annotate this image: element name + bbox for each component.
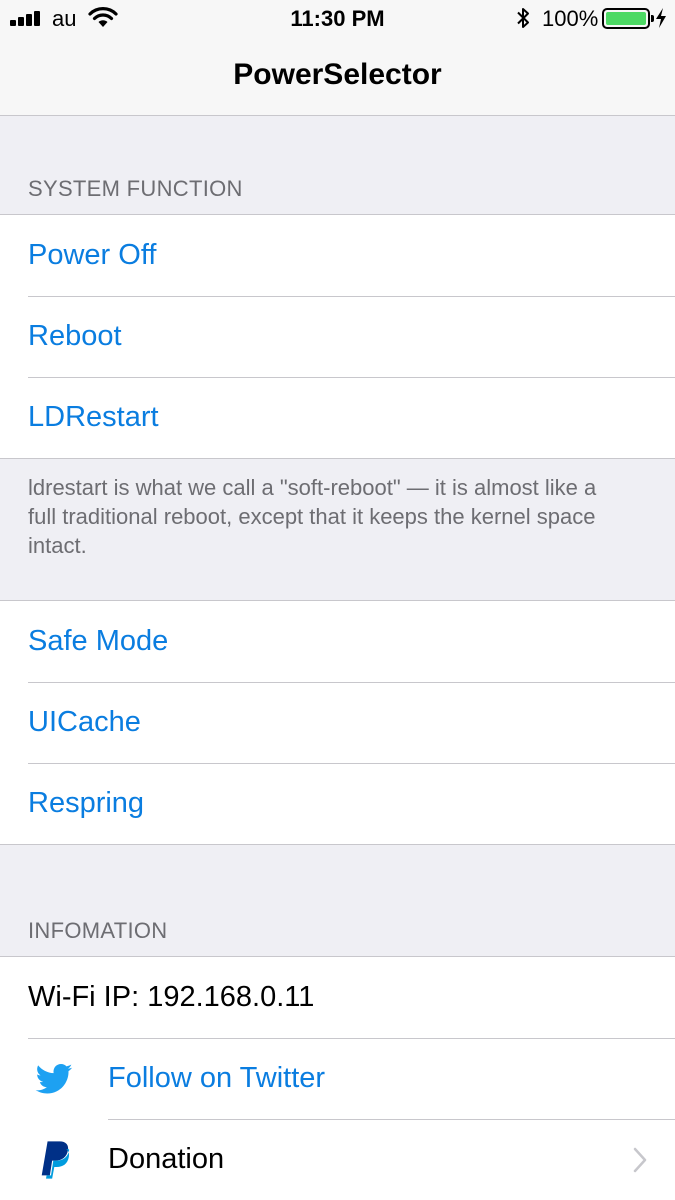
power-off-label: Power Off — [28, 239, 157, 271]
chevron-right-icon — [633, 1147, 647, 1172]
battery-percent: 100% — [542, 6, 599, 31]
twitter-icon — [35, 1063, 73, 1093]
safe-mode-label: Safe Mode — [28, 625, 169, 657]
follow-twitter-button[interactable]: Follow on Twitter — [0, 1038, 675, 1119]
respring-button[interactable]: Respring — [0, 763, 675, 844]
uicache-label: UICache — [28, 706, 141, 738]
information-group: Wi-Fi IP: 192.168.0.11 Follow on Twitter… — [0, 956, 675, 1200]
donation-button[interactable]: Donation — [0, 1119, 675, 1200]
charging-icon — [656, 8, 666, 28]
reboot-label: Reboot — [28, 320, 122, 352]
section-header-info: INFOMATION — [28, 918, 168, 943]
follow-twitter-label: Follow on Twitter — [108, 1062, 326, 1094]
power-off-button[interactable]: Power Off — [0, 215, 675, 296]
system-function-group: Power Off Reboot LDRestart — [0, 214, 675, 459]
uicache-button[interactable]: UICache — [0, 682, 675, 763]
battery-icon — [602, 8, 654, 29]
ldrestart-label: LDRestart — [28, 401, 159, 433]
ldrestart-button[interactable]: LDRestart — [0, 377, 675, 458]
wifi-ip-label: Wi-Fi IP: 192.168.0.11 — [28, 981, 315, 1013]
top-bar: au 11:30 PM 100% PowerSelector — [0, 0, 675, 116]
status-bar: au 11:30 PM 100% — [0, 0, 675, 38]
safe-mode-button[interactable]: Safe Mode — [0, 601, 675, 682]
donation-label: Donation — [108, 1143, 225, 1175]
section-header-system: SYSTEM FUNCTION — [28, 176, 243, 201]
reboot-button[interactable]: Reboot — [0, 296, 675, 377]
ldrestart-description: ldrestart is what we call a "soft-reboot… — [28, 475, 597, 558]
paypal-icon — [41, 1140, 70, 1179]
bluetooth-icon — [517, 8, 529, 28]
respring-label: Respring — [28, 787, 145, 819]
page-title: PowerSelector — [233, 58, 442, 91]
app-screen: au 11:30 PM 100% PowerSelector SYSTEM FU… — [0, 0, 675, 1200]
wifi-ip-row: Wi-Fi IP: 192.168.0.11 — [0, 957, 675, 1038]
system-function-group-2: Safe Mode UICache Respring — [0, 600, 675, 845]
